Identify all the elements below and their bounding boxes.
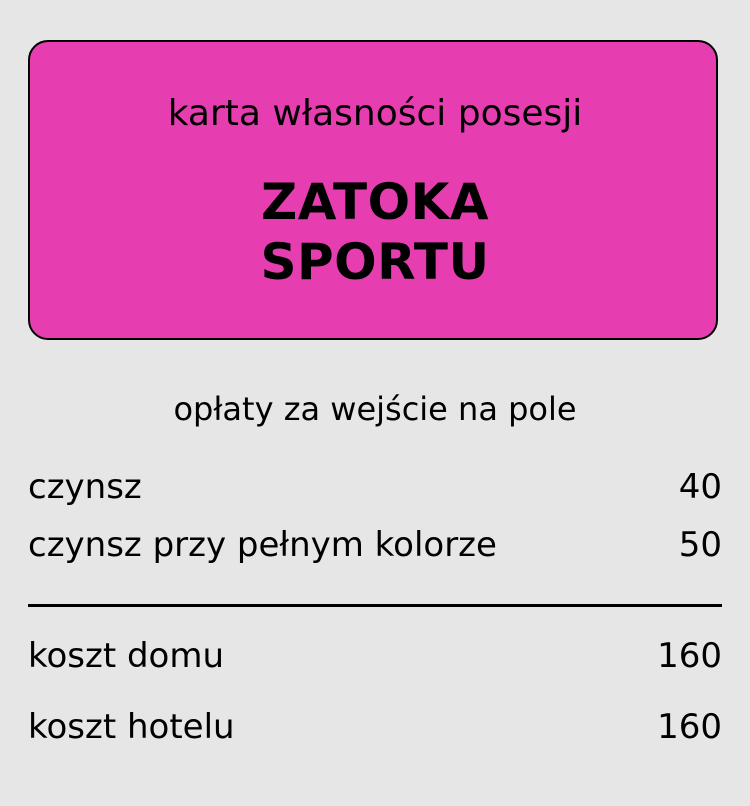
hotel-cost-value: 160: [657, 707, 722, 747]
property-name-line2: SPORTU: [260, 233, 490, 291]
rent-full-set-value: 50: [678, 525, 722, 565]
rent-full-set-row: czynsz przy pełnym kolorze 50: [28, 524, 722, 566]
divider: [28, 604, 722, 607]
fees-heading: opłaty za wejście na pole: [173, 390, 577, 428]
property-name-line1: ZATOKA: [260, 173, 490, 231]
property-name: ZATOKA SPORTU: [0, 172, 750, 292]
card-subtitle: karta własności posesji: [167, 93, 583, 134]
house-cost-label: koszt domu: [28, 636, 225, 676]
rent-full-set-label: czynsz przy pełnym kolorze: [28, 525, 497, 565]
rent-value: 40: [678, 467, 722, 507]
house-cost-row: koszt domu 160: [28, 635, 722, 677]
rent-row: czynsz 40: [28, 466, 722, 508]
hotel-cost-row: koszt hotelu 160: [28, 706, 722, 748]
hotel-cost-label: koszt hotelu: [28, 707, 235, 747]
rent-label: czynsz: [28, 467, 142, 507]
house-cost-value: 160: [657, 636, 722, 676]
